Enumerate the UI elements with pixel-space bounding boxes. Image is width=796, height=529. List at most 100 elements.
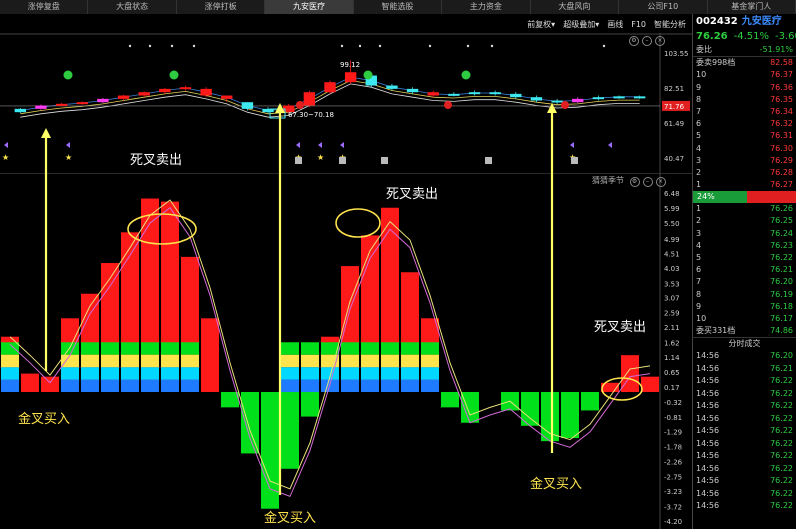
trade-price: 76.22 (770, 413, 793, 423)
toolbar-button-0[interactable]: 前复权▾ (527, 19, 555, 30)
orderbook-row: 10 76.17 (693, 313, 796, 325)
indicator-band-block (161, 342, 179, 355)
orderbook-row: 4 76.23 (693, 240, 796, 252)
minimize-icon[interactable]: – (642, 36, 652, 46)
close-icon[interactable]: × (655, 36, 665, 46)
high-price-label: 99.12 (340, 61, 360, 69)
tab-2[interactable]: 涨停打板 (177, 0, 266, 14)
trade-row: 14:56 76.22 (693, 438, 796, 451)
candle-body (55, 103, 68, 106)
indicator-scale-label: 0.65 (664, 369, 680, 377)
tab-3[interactable]: 九安医疗 (265, 0, 354, 14)
tab-0[interactable]: 涨停复盘 (0, 0, 89, 14)
settings-icon[interactable]: ⚙ (629, 36, 639, 46)
price: 76.34 (770, 106, 793, 116)
tab-5[interactable]: 主力资金 (442, 0, 531, 14)
indicator-pane[interactable]: 6.48 5.99 5.50 4.99 4.51 4.03 3.53 3.07 2.59 2.11… (0, 173, 692, 529)
candlestick-pane[interactable]: 103.5582.5171.7661.4940.4771.76★★★★★★99.… (0, 33, 692, 173)
indicator-band-block (81, 379, 99, 393)
candle-body (159, 88, 171, 93)
orderbook-row: 2 76.25 (693, 215, 796, 227)
change-amount: -3.60 (775, 31, 796, 42)
sell-title-price: 82.58 (770, 58, 793, 68)
candle-body (221, 95, 233, 99)
level: 9 (696, 82, 702, 92)
star-icon: ★ (65, 153, 72, 162)
annotation-golden-cross-2: 金叉买入 (264, 511, 317, 526)
square-marker-icon (381, 157, 388, 164)
price: 76.17 (770, 313, 793, 323)
indicator-band-block (141, 379, 159, 393)
trade-row: 14:56 76.22 (693, 388, 796, 401)
level: 8 (696, 289, 702, 299)
trade-row: 14:56 76.22 (693, 500, 796, 513)
tab-8[interactable]: 基金掌门人 (708, 0, 796, 14)
trade-price: 76.22 (770, 488, 793, 498)
star-icon: ★ (2, 153, 9, 162)
indicator-band-block (341, 367, 359, 380)
triangle-marker-icon (296, 142, 300, 148)
orderbook-row: 3 76.29 (693, 155, 796, 167)
stock-name[interactable]: 九安医疗 (742, 16, 782, 27)
quote-panel: 002432九安医疗 76.26 -4.51% -3.60 委比-51.91% … (692, 14, 796, 529)
indicator-scale-label: 5.50 (664, 220, 680, 228)
candle-body (468, 92, 481, 95)
indicator-band-block (141, 342, 159, 355)
trade-row: 14:56 76.21 (693, 363, 796, 376)
close-icon[interactable]: × (655, 177, 666, 187)
trade-price: 76.22 (770, 451, 793, 461)
price: 76.30 (770, 143, 793, 153)
indicator-bar-positive (621, 355, 639, 393)
indicator-band-block (381, 379, 399, 393)
level: 7 (696, 106, 702, 116)
tab-1[interactable]: 大盘状态 (88, 0, 177, 14)
indicator-band-block (301, 354, 319, 368)
weibi-row: 委比 -51.91% (693, 44, 796, 56)
indicator-band-block (121, 354, 139, 368)
trade-row: 14:56 76.22 (693, 400, 796, 413)
trade-time: 14:56 (696, 463, 720, 473)
indicator-bar-negative (281, 392, 299, 469)
tab-6[interactable]: 大盘风向 (531, 0, 620, 14)
price: 76.22 (770, 253, 793, 262)
trade-price: 76.22 (770, 388, 793, 398)
settings-icon[interactable]: ⚙ (629, 177, 640, 187)
trade-ticks[interactable]: 14:56 76.20 14:56 76.21 14:56 76.22 14:56 76.22… (693, 350, 796, 513)
trade-row: 14:56 76.22 (693, 488, 796, 501)
sell-signal-icon (63, 70, 73, 80)
level: 6 (696, 265, 702, 275)
ratio-label: 24% (693, 191, 747, 204)
price: 76.25 (770, 216, 793, 226)
indicator-bar-negative (241, 392, 259, 454)
annotation-death-cross-3: 死叉卖出 (594, 320, 647, 335)
tab-4[interactable]: 智能选股 (354, 0, 443, 14)
indicator-band-block (101, 367, 119, 380)
price: 76.31 (770, 131, 793, 141)
indicator-bar-negative (581, 392, 599, 411)
orderbook-row: 3 76.24 (693, 228, 796, 240)
sell-signal-icon (461, 70, 471, 80)
marker-dot (128, 44, 132, 48)
range-label: 67.30~70.18 (288, 111, 334, 119)
level: 1 (696, 180, 702, 190)
toolbar-button-3[interactable]: F10 (631, 20, 646, 29)
indicator-band-block (361, 354, 379, 368)
minimize-icon[interactable]: – (642, 177, 653, 187)
indicator-band-block (281, 379, 299, 393)
tab-7[interactable]: 公司F10 (619, 0, 708, 14)
indicator-band-block (1, 342, 19, 355)
price: 76.35 (770, 94, 793, 104)
trade-time: 14:56 (696, 388, 720, 398)
indicator-band-block (121, 342, 139, 355)
indicator-band-block (401, 354, 419, 368)
indicator-band-block (381, 367, 399, 380)
indicator-scale-label: -1.29 (664, 429, 682, 437)
price-scale-label: 40.47 (664, 155, 684, 163)
indicator-scale-label: 5.99 (664, 205, 680, 213)
toolbar-button-2[interactable]: 画线 (607, 19, 623, 30)
toolbar-button-4[interactable]: 智能分析 (654, 19, 686, 30)
toolbar-button-1[interactable]: 超级叠加▾ (563, 19, 599, 30)
indicator-band-block (341, 354, 359, 368)
buy-title-row: 委买331档 74.86 (693, 325, 796, 337)
stock-code: 002432 (696, 16, 738, 27)
